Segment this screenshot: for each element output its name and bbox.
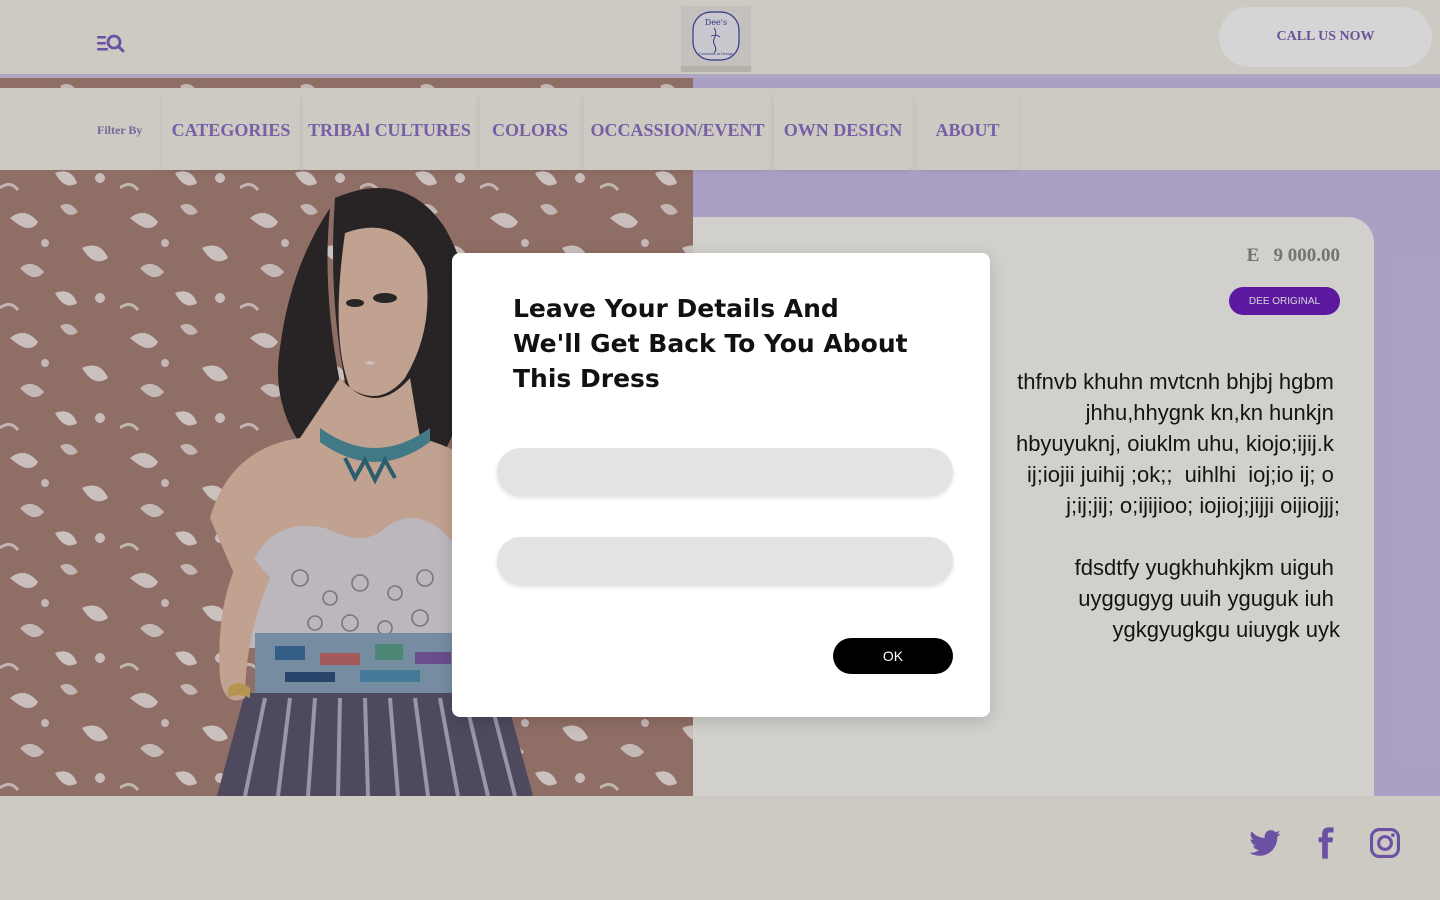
contact-modal: Leave Your Details And We'll Get Back To… — [452, 253, 990, 717]
name-input[interactable] — [497, 448, 953, 496]
contact-input[interactable] — [497, 537, 953, 585]
ok-button[interactable]: OK — [833, 638, 953, 674]
modal-title: Leave Your Details And We'll Get Back To… — [513, 294, 908, 393]
